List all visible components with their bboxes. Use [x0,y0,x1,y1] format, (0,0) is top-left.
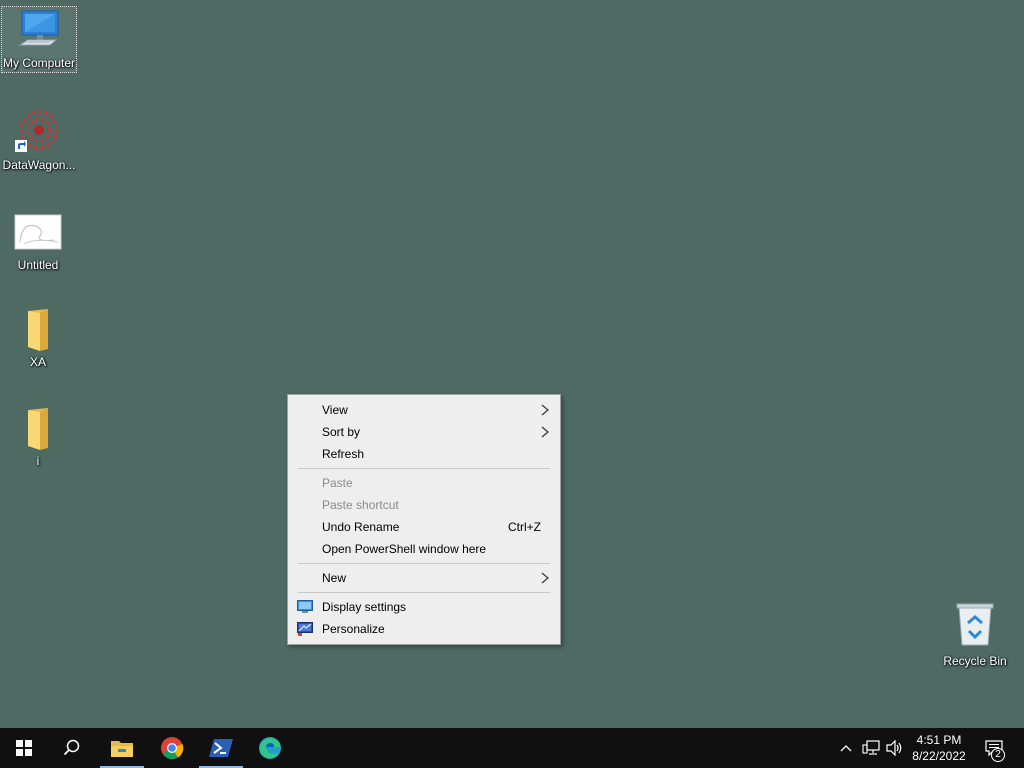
menu-item-label: Sort by [322,425,361,439]
taskbar: 4:51 PM 8/22/2022 [0,728,1024,768]
desktop-icon-label: DataWagon... [2,158,76,172]
desktop-icon-label: My Computer [2,56,76,70]
image-file-icon [14,208,62,256]
menu-item-label: Paste [322,476,353,490]
taskbar-chrome[interactable] [148,728,196,768]
display-settings-icon [297,600,313,613]
menu-item-paste: Paste [288,472,560,494]
menu-item-view[interactable]: View [288,399,560,421]
folder-icon [14,404,62,452]
menu-separator [298,563,550,564]
chevron-right-icon [541,404,549,416]
chevron-up-icon [840,745,852,752]
desktop-icon-my-computer[interactable]: My Computer [1,6,77,73]
menu-item-sort-by[interactable]: Sort by [288,421,560,443]
menu-item-label: Open PowerShell window here [322,542,487,556]
menu-item-shortcut: Ctrl+Z [508,520,541,534]
tray-network-button[interactable] [860,728,882,768]
file-explorer-icon [111,741,133,757]
menu-item-label: Display settings [322,600,407,614]
desktop-icon-folder-xa[interactable]: XA [0,305,76,369]
folder-icon [14,305,62,353]
menu-item-label: New [322,571,347,585]
desktop-icon-recycle-bin[interactable]: Recycle Bin [937,600,1013,668]
datawagon-shortcut-icon [15,106,63,154]
desktop-icon-label: Recycle Bin [943,654,1007,668]
notification-count-badge: 2 [991,748,1005,762]
desktop-icon-datawagon[interactable]: DataWagon... [1,106,77,172]
menu-separator [298,592,550,593]
recycle-bin-icon [951,600,999,648]
menu-item-label: View [322,403,348,417]
chevron-right-icon [541,426,549,438]
menu-item-open-powershell[interactable]: Open PowerShell window here [288,538,560,560]
start-button[interactable] [0,728,48,768]
menu-item-label: Undo Rename [322,520,400,534]
clock-date: 8/22/2022 [912,749,966,763]
taskbar-clock[interactable]: 4:51 PM 8/22/2022 [906,732,972,764]
desktop-icon-untitled[interactable]: Untitled [0,208,76,272]
tray-volume-button[interactable] [884,728,906,768]
menu-item-label: Paste shortcut [322,498,399,512]
search-icon [63,739,80,756]
volume-icon [886,740,902,756]
personalize-icon [297,622,313,636]
desktop-context-menu: View Sort by Refresh Paste Paste shortcu… [287,394,561,645]
clock-time: 4:51 PM [916,733,962,747]
menu-item-paste-shortcut: Paste shortcut [288,494,560,516]
menu-separator [298,468,550,469]
chevron-right-icon [541,572,549,584]
chrome-icon [161,737,184,760]
menu-item-new[interactable]: New [288,567,560,589]
menu-item-undo-rename[interactable]: Undo Rename Ctrl+Z [288,516,560,538]
desktop-icon-folder-i[interactable]: i [0,404,76,468]
desktop-icon-label: Untitled [17,258,59,272]
desktop-icon-label: XA [29,355,46,369]
taskbar-powershell[interactable] [197,728,245,768]
menu-item-refresh[interactable]: Refresh [288,443,560,465]
menu-item-label: Refresh [322,447,365,461]
taskbar-edge[interactable] [246,728,294,768]
powershell-icon [209,739,233,757]
desktop-icon-label: i [36,454,40,468]
menu-item-label: Personalize [322,622,385,636]
network-icon [862,740,880,755]
menu-item-display-settings[interactable]: Display settings [288,596,560,618]
taskbar-file-explorer[interactable] [98,728,146,768]
tray-show-hidden-button[interactable] [836,728,856,768]
search-button[interactable] [48,728,96,768]
menu-item-personalize[interactable]: Personalize [288,618,560,640]
start-icon [16,740,32,756]
edge-icon [259,737,281,759]
computer-icon [15,7,63,55]
